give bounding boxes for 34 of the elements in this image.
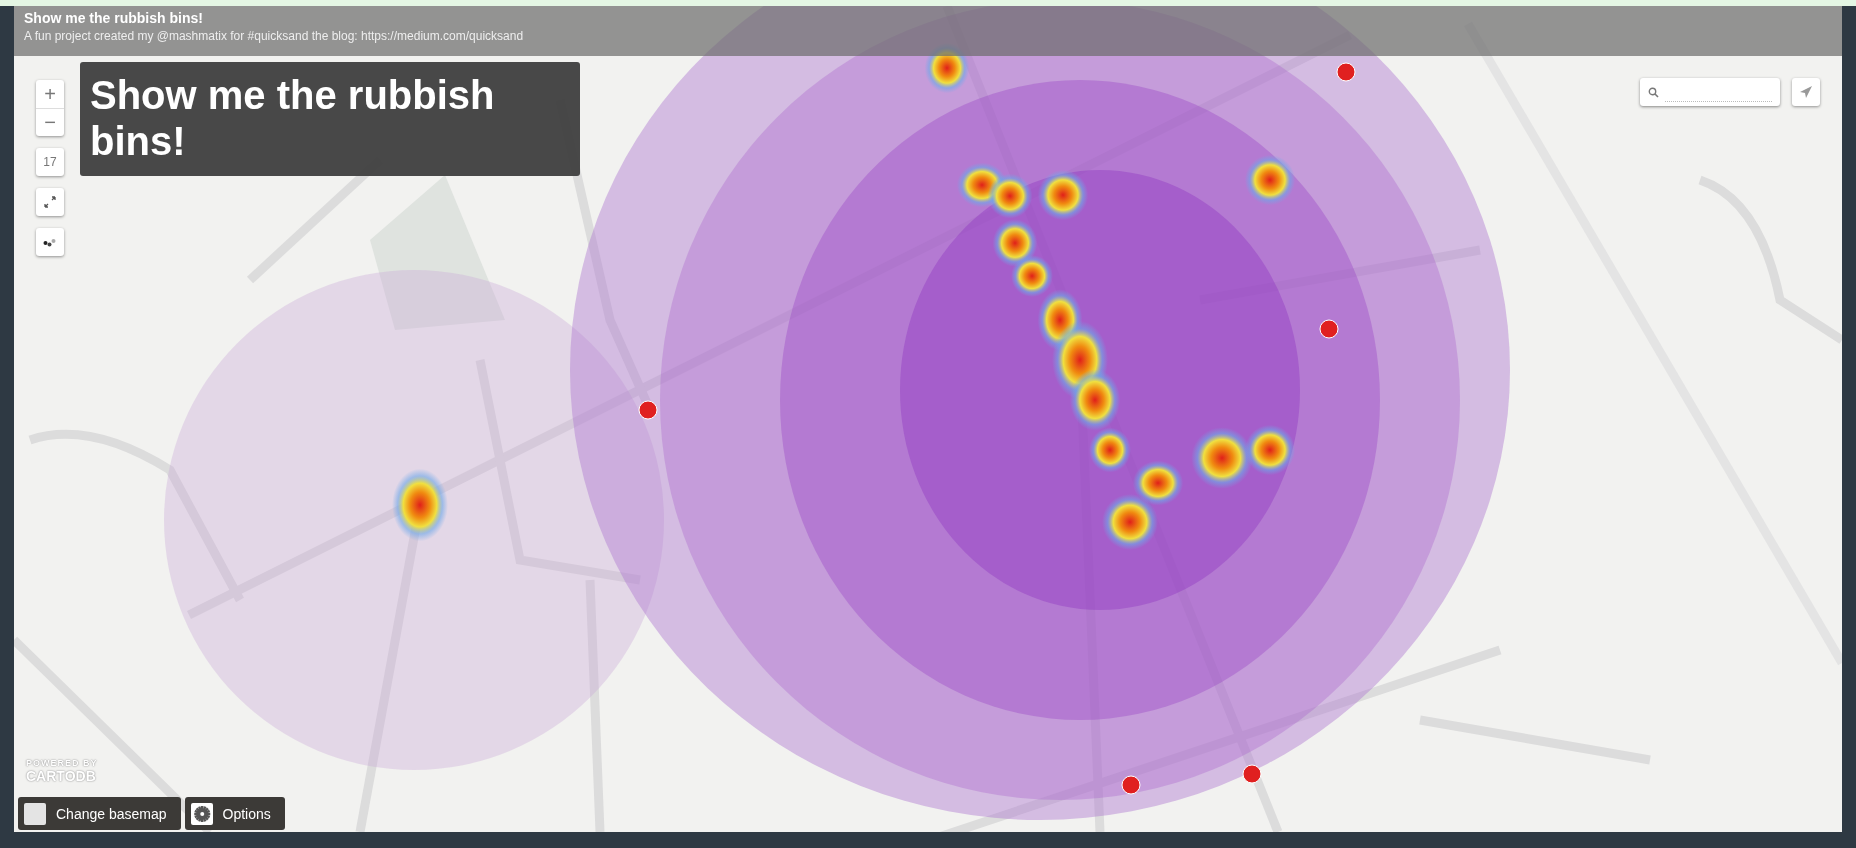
bin-marker[interactable] [638, 400, 658, 420]
fullscreen-icon [44, 196, 56, 208]
heat-spot [1244, 154, 1296, 206]
heat-spot [987, 173, 1033, 219]
zoom-in-button[interactable]: + [36, 80, 64, 108]
location-arrow-icon [1799, 85, 1813, 99]
search-field[interactable] [1640, 78, 1780, 106]
gear-icon [190, 802, 213, 825]
options-button[interactable]: Options [184, 797, 285, 830]
bin-marker[interactable] [1242, 764, 1262, 784]
title-overlay: Show me the rubbish bins! [80, 62, 580, 176]
heat-spot [1069, 369, 1121, 431]
heat-spot [1191, 427, 1253, 489]
zoom-out-button[interactable]: − [36, 108, 64, 136]
heat-spot [1102, 494, 1158, 550]
bin-marker[interactable] [1319, 319, 1339, 339]
map-title: Show me the rubbish bins! [24, 10, 204, 26]
heat-spot [1037, 169, 1089, 221]
heat-spot [992, 219, 1038, 267]
powered-by-label: POWERED BY [26, 758, 98, 768]
fullscreen-button[interactable] [36, 188, 64, 216]
change-basemap-button[interactable]: Change basemap [18, 797, 181, 830]
zoom-level: 17 [36, 148, 64, 176]
layers-button[interactable] [36, 228, 64, 256]
bin-marker[interactable] [1121, 775, 1141, 795]
heat-spot [1132, 460, 1184, 506]
dots-icon [43, 237, 57, 247]
basemap-thumbnail-icon [24, 802, 46, 825]
heat-spot [1089, 427, 1131, 473]
bin-marker[interactable] [1336, 62, 1356, 82]
map-description: A fun project created my @mashmatix for #quicksand the blog: https://medium.com/quicksand [24, 29, 525, 43]
search-icon [1648, 86, 1659, 98]
locate-button[interactable] [1792, 78, 1820, 106]
heat-spot [1244, 424, 1296, 476]
